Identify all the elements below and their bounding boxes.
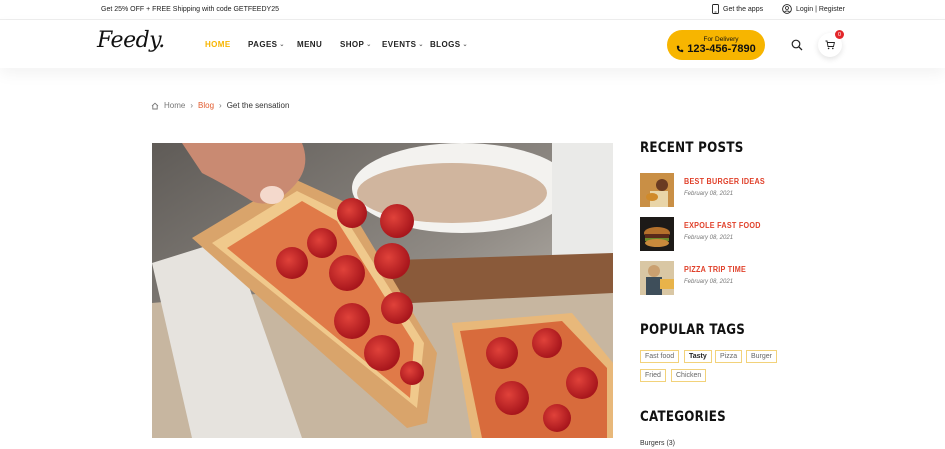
user-icon [782,4,792,14]
top-bar: Get 25% OFF + FREE Shipping with code GE… [0,0,945,20]
nav-item-label: EVENTS [382,40,417,49]
pizza-photo [152,143,613,438]
post-thumbnail[interactable] [640,173,674,207]
chevron-right-icon: › [190,101,194,110]
nav-item-label: PAGES [248,40,278,49]
search-icon [791,39,803,51]
chevron-down-icon: ⌄ [418,42,424,48]
chevron-down-icon: ⌄ [462,42,468,48]
tag-pizza[interactable]: Pizza [715,350,743,363]
get-apps-link[interactable]: Get the apps [712,4,763,14]
nav-item-blogs[interactable]: BLOGS ⌄ [430,40,468,49]
post-title[interactable]: PIZZA TRIP TIME [684,265,746,274]
phone-icon [712,4,719,14]
nav-item-home[interactable]: HOME [205,40,231,49]
breadcrumb-blog[interactable]: Blog [198,101,214,110]
recent-post[interactable]: EXPOLE FAST FOOD February 08, 2021 [640,217,769,251]
phone-call-icon [677,45,684,52]
recent-post[interactable]: BEST BURGER IDEAS February 08, 2021 [640,173,774,207]
chevron-down-icon: ⌄ [279,42,285,48]
nav-item-label: SHOP [340,40,365,49]
tag-burger[interactable]: Burger [746,350,778,363]
get-apps-label: Get the apps [723,5,764,13]
search-button[interactable] [791,38,803,51]
breadcrumb-home[interactable]: Home [164,101,185,110]
tag-chicken[interactable]: Chicken [671,369,707,382]
promo-text: Get 25% OFF + FREE Shipping with code GE… [101,6,279,13]
chevron-right-icon: › [219,101,222,110]
recent-post[interactable]: PIZZA TRIP TIME February 08, 2021 [640,261,753,295]
cart-count-badge: 0 [835,30,844,39]
recent-posts-title: RECENT POSTS [640,140,744,156]
tag-fast-food[interactable]: Fast food [640,350,680,363]
post-date: February 08, 2021 [684,235,734,241]
breadcrumb-current: Get the sensation [226,101,290,110]
blog-hero-image [152,143,613,438]
category-item[interactable]: Burgers (3) [640,440,675,447]
nav-item-label: MENU [297,40,323,49]
main-header: Feedy. HOME PAGES ⌄ MENU SHOP ⌄ EVENTS ⌄ BLOGS ⌄ … [0,20,945,68]
nav-item-shop[interactable]: SHOP ⌄ [340,40,372,49]
breadcrumb: Home › Blog › Get the sensation [151,101,289,110]
delivery-label: For Delivery [703,35,739,43]
popular-tags-title: POPULAR TAGS [640,322,746,338]
delivery-call-button[interactable]: For Delivery 123-456-7890 [667,30,765,60]
logo[interactable]: Feedy. [97,28,165,53]
nav-item-menu[interactable]: MENU [297,40,322,49]
login-register-label: Login | Register [796,5,845,13]
tag-fried[interactable]: Fried [640,369,666,382]
nav-item-pages[interactable]: PAGES ⌄ [248,40,285,49]
cart-icon [825,40,835,50]
cart-button[interactable]: 0 [818,30,844,57]
post-title[interactable]: BEST BURGER IDEAS [684,177,765,186]
nav-item-label: BLOGS [430,40,461,49]
post-title[interactable]: EXPOLE FAST FOOD [684,221,761,230]
categories-title: CATEGORIES [640,409,726,425]
post-thumbnail[interactable] [640,217,674,251]
tag-tasty[interactable]: Tasty [684,350,712,363]
delivery-phone: 123-456-7890 [687,42,756,55]
nav-item-label: HOME [205,40,231,49]
login-register-link[interactable]: Login | Register [782,4,845,14]
post-date: February 08, 2021 [684,279,734,285]
nav-item-events[interactable]: EVENTS ⌄ [382,40,424,49]
post-date: February 08, 2021 [684,191,734,197]
chevron-down-icon: ⌄ [366,42,372,48]
post-thumbnail[interactable] [640,261,674,295]
home-icon [151,102,159,109]
